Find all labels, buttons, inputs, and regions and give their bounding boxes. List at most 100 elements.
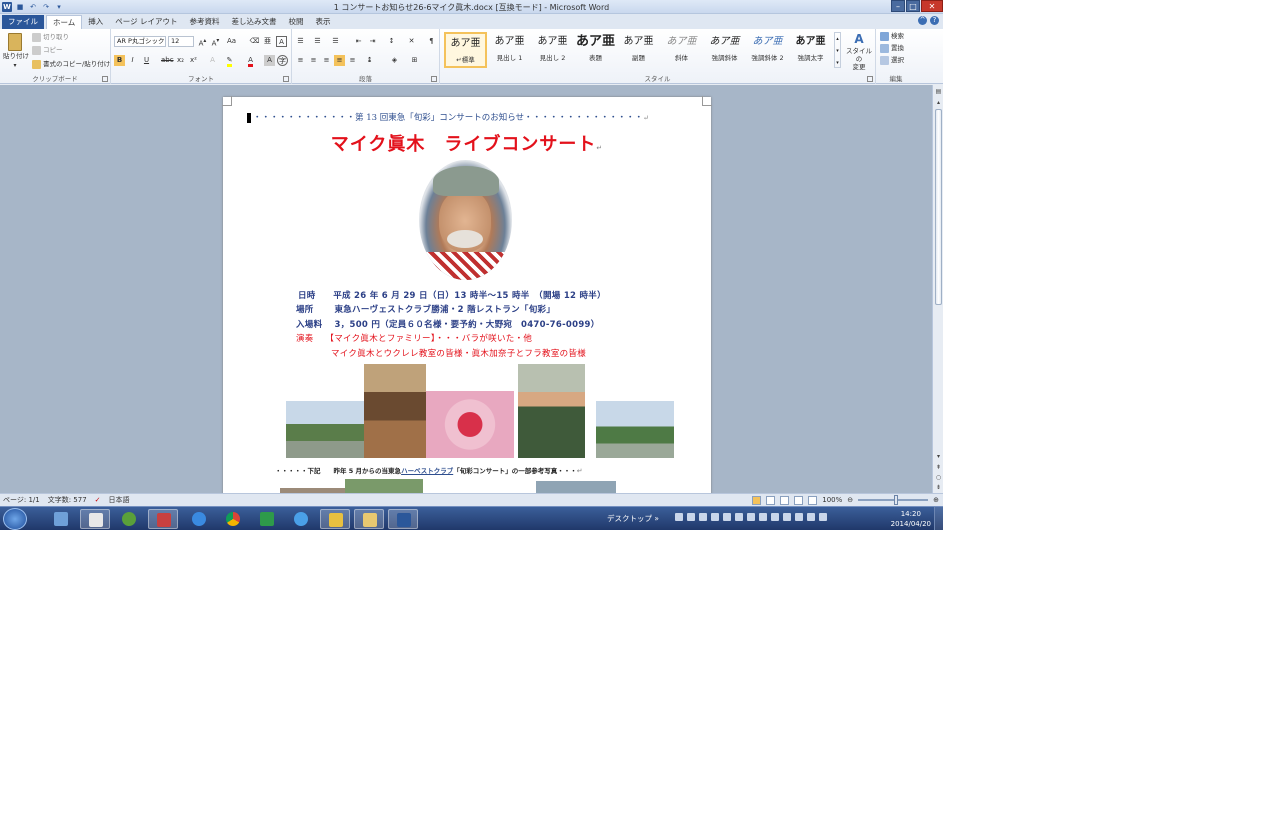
taskbar-pinned-app-1[interactable] <box>46 509 76 529</box>
decrease-indent-icon[interactable]: ⇤ <box>353 36 364 47</box>
header-line[interactable]: ・・・・・・・・・・・・第 13 回東急「旬彩」コンサートのお知らせ・・・・・・… <box>247 111 691 123</box>
ribbon-minimize-icon[interactable]: ^ <box>918 16 927 25</box>
maximize-button[interactable]: □ <box>906 0 920 12</box>
paragraph-mark-icon[interactable]: ¶ <box>426 36 437 47</box>
shading-icon[interactable]: ◈ <box>389 55 400 66</box>
zoom-out-icon[interactable]: ⊖ <box>847 494 853 506</box>
underline-icon[interactable]: U <box>141 55 152 66</box>
photo-caption[interactable]: ・・・・・下記 昨年 5 月からの当東急ハーベストクラブ「旬彩コンサート」の一部… <box>275 465 583 475</box>
taskbar-internet-explorer[interactable] <box>184 509 214 529</box>
styles-scroll-icon[interactable]: ▴ ▾ ▾ <box>834 32 841 68</box>
date-line[interactable]: 日時 平成 26 年 6 月 29 日（日）13 時半～15 時半 （開場 12… <box>298 289 606 301</box>
proofing-icon[interactable]: ✓ <box>95 494 101 506</box>
taskbar-mail-app[interactable] <box>80 509 110 529</box>
style-title[interactable]: あア亜 表題 <box>574 32 617 68</box>
taskbar-security[interactable] <box>320 509 350 529</box>
document-page[interactable]: ・・・・・・・・・・・・第 13 回東急「旬彩」コンサートのお知らせ・・・・・・… <box>222 96 712 493</box>
ruler-toggle-icon[interactable]: ▤ <box>934 87 943 96</box>
tray-icon[interactable] <box>795 513 803 521</box>
align-left-icon[interactable]: ≡ <box>295 55 306 66</box>
paste-button[interactable]: 貼り付け ▾ <box>3 33 29 71</box>
font-size-combo[interactable]: 12 <box>168 36 194 47</box>
place-line[interactable]: 場所 東急ハーヴェストクラブ勝浦・2 階レストラン「旬彩」 <box>296 303 555 315</box>
tray-icon[interactable] <box>747 513 755 521</box>
web-layout-view-icon[interactable] <box>780 495 790 505</box>
numbering-icon[interactable]: ☰ <box>312 36 323 47</box>
photo-resort[interactable] <box>596 401 674 458</box>
photo-palm-garden[interactable] <box>286 401 364 458</box>
tab-view[interactable]: 表示 <box>310 15 337 29</box>
zoom-level[interactable]: 100% <box>822 494 842 506</box>
style-emphasis[interactable]: あア亜 斜体 <box>660 32 703 68</box>
start-button[interactable] <box>3 508 27 530</box>
tab-references[interactable]: 参考資料 <box>184 15 226 29</box>
tray-icon[interactable] <box>735 513 743 521</box>
taskbar-browser[interactable] <box>286 509 316 529</box>
style-heading2[interactable]: あア亜 見出し 2 <box>531 32 574 68</box>
performance-line-2[interactable]: マイク眞木とウクレレ教室の皆様・眞木加奈子とフラ教室の皆様 <box>331 347 586 359</box>
distributed-icon[interactable]: ≡ <box>347 55 358 66</box>
tray-icon[interactable] <box>675 513 683 521</box>
taskbar-media-player[interactable] <box>114 509 144 529</box>
tab-file[interactable]: ファイル <box>2 15 44 29</box>
strikethrough-icon[interactable]: abc <box>161 55 174 66</box>
photo-bottom-2[interactable] <box>345 479 423 493</box>
format-painter-button[interactable]: 書式のコピー/貼り付け <box>32 59 110 69</box>
show-desktop-button[interactable] <box>934 507 943 530</box>
minimize-button[interactable]: – <box>891 0 905 12</box>
tray-icon[interactable] <box>771 513 779 521</box>
clock[interactable]: 14:20 2014/04/20 <box>891 509 931 529</box>
italic-icon[interactable]: I <box>127 55 138 66</box>
bullets-icon[interactable]: ☰ <box>295 36 306 47</box>
enclose-characters-icon[interactable]: 字 <box>277 55 288 66</box>
cut-button[interactable]: 切り取り <box>32 32 69 42</box>
text-effects-icon[interactable]: A <box>207 55 218 66</box>
document-area[interactable]: ・・・・・・・・・・・・第 13 回東急「旬彩」コンサートのお知らせ・・・・・・… <box>0 85 943 493</box>
font-color-icon[interactable]: A <box>245 55 256 67</box>
tab-page-layout[interactable]: ページ レイアウト <box>109 15 183 29</box>
desktop-toolbar[interactable]: デスクトップ » <box>607 513 659 524</box>
tray-icon[interactable] <box>699 513 707 521</box>
tray-icon[interactable] <box>759 513 767 521</box>
draft-view-icon[interactable] <box>808 495 818 505</box>
style-strong[interactable]: あア亜 強調太字 <box>789 32 832 68</box>
copy-button[interactable]: コピー <box>32 45 63 55</box>
sort-icon[interactable]: ↕ <box>386 36 397 47</box>
photo-guitarist[interactable] <box>364 364 426 458</box>
tray-icon[interactable] <box>807 513 815 521</box>
paragraph-launcher-icon[interactable] <box>431 76 437 82</box>
taskbar-chrome[interactable] <box>218 509 248 529</box>
show-marks-icon[interactable]: ✕ <box>406 36 417 47</box>
scroll-down-icon[interactable]: ▾ <box>934 452 943 461</box>
scroll-up-icon[interactable]: ▴ <box>934 98 943 107</box>
superscript-icon[interactable]: x² <box>188 55 199 66</box>
highlight-icon[interactable]: ✎ <box>224 55 235 67</box>
next-page-icon[interactable]: ⇟ <box>934 483 943 492</box>
line-spacing-icon[interactable]: ↨ <box>364 55 375 66</box>
photo-roses[interactable] <box>426 391 514 458</box>
scroll-thumb[interactable] <box>935 109 942 305</box>
style-subtitle[interactable]: あア亜 副題 <box>617 32 660 68</box>
increase-indent-icon[interactable]: ⇥ <box>367 36 378 47</box>
font-name-combo[interactable]: AR P丸ゴシック <box>114 36 166 47</box>
taskbar-explorer[interactable] <box>354 509 384 529</box>
photo-bottom-3[interactable] <box>536 481 616 493</box>
taskbar-word[interactable] <box>388 509 418 529</box>
select-button[interactable]: 選択 <box>880 55 904 65</box>
photo-man-with-dog[interactable] <box>518 364 585 458</box>
ime-icon[interactable] <box>687 513 695 521</box>
taskbar-hao123[interactable] <box>252 509 282 529</box>
portrait-photo[interactable] <box>419 160 512 280</box>
phonetic-guide-icon[interactable]: 亜 <box>262 36 273 47</box>
fee-line[interactable]: 入場料 3，500 円（定員６０名様・要予約・大野宛 0470-76-0099） <box>296 318 600 330</box>
main-title[interactable]: マイク眞木 ライブコンサート↵ <box>223 130 711 156</box>
subscript-icon[interactable]: x₂ <box>175 55 186 66</box>
help-icon[interactable]: ? <box>930 16 939 25</box>
language[interactable]: 日本語 <box>109 494 130 506</box>
style-normal[interactable]: あア亜 ↵標準 <box>444 32 487 68</box>
vertical-scrollbar[interactable]: ▤ ▴ ▾ ⇞ ○ ⇟ <box>932 85 943 493</box>
find-button[interactable]: 検索 <box>880 31 904 41</box>
browse-object-icon[interactable]: ○ <box>934 473 943 482</box>
volume-icon[interactable] <box>783 513 791 521</box>
zoom-in-icon[interactable]: ⊕ <box>933 494 939 506</box>
